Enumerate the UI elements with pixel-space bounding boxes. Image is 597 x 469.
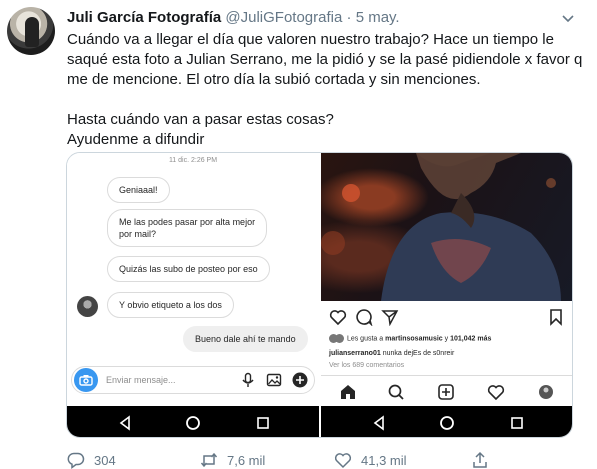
ig-action-bar [321,305,572,329]
like-count: 41,3 mil [361,452,407,468]
add-circle-icon[interactable] [292,372,308,388]
heart-icon[interactable] [329,308,347,326]
likes-count[interactable]: 101,042 más [450,335,491,342]
search-icon[interactable] [387,383,405,401]
home-circle-icon[interactable] [185,415,201,431]
dm-message-own: Bueno dale ahí te mando [183,326,308,352]
retweet-icon [200,452,218,468]
dm-message: Y obvio etiqueto a los dos [107,292,234,318]
bookmark-icon[interactable] [547,308,565,326]
recents-icon[interactable] [255,415,271,431]
home-circle-icon[interactable] [439,415,455,431]
reply-count: 304 [94,452,116,468]
comment-icon[interactable] [355,308,373,326]
profile-avatar-icon[interactable] [537,383,555,401]
gallery-icon[interactable] [266,372,282,388]
author-avatar[interactable] [7,7,55,55]
reply-icon [67,452,85,469]
author-handle[interactable]: @JuliGFotografia [225,9,342,26]
dm-contact-avatar [77,296,98,317]
tweet-media[interactable]: 11 dic. 2:26 PM Geniaaal! Me las podes p… [66,152,573,438]
caption-user[interactable]: julianserrano01 [329,350,381,357]
dm-message: Quizás las subo de posteo por eso [107,256,270,282]
android-navbar [321,406,572,437]
new-post-icon[interactable] [437,383,455,401]
ig-post-photo [321,153,572,301]
likes-joiner: y [444,335,449,343]
dm-message: Me las podes pasar por alta mejor por ma… [107,209,268,247]
header-separator: · [346,9,352,26]
reply-button[interactable]: 304 [67,451,116,469]
tweet-paragraph: Hasta cuándo van a pasar estas cosas? Ay… [67,111,334,148]
tweet-text: Cuándo va a llegar el día que valoren nu… [67,30,587,150]
ig-likes[interactable]: Les gusta a martinsosamusic y 101,042 má… [329,334,491,343]
home-icon[interactable] [339,383,357,401]
tweet-header: Juli García Fotografía @JuliGFotografia … [67,9,400,26]
share-icon[interactable] [381,308,399,326]
like-button[interactable]: 41,3 mil [334,451,407,469]
tweet-actions: 304 7,6 mil 41,3 mil [67,451,587,469]
ig-post-screenshot[interactable]: Les gusta a martinsosamusic y 101,042 má… [321,153,572,437]
chevron-down-icon[interactable] [560,10,576,26]
android-navbar [67,406,319,437]
likes-prefix: Les gusta a [346,335,384,343]
likes-user[interactable]: martinsosamusic [385,335,443,342]
share-upload-icon [473,451,487,468]
back-icon[interactable] [371,415,387,431]
ig-tab-bar [321,375,572,407]
author-name[interactable]: Juli García Fotografía [67,9,221,26]
back-icon[interactable] [117,415,133,431]
recents-icon[interactable] [509,415,525,431]
tweet-date[interactable]: 5 may. [356,9,400,26]
activity-heart-icon[interactable] [487,383,505,401]
camera-icon[interactable] [74,368,98,392]
microphone-icon[interactable] [240,372,256,388]
share-tweet-button[interactable] [471,451,498,469]
dm-message: Geniaaal! [107,177,170,203]
dm-composer[interactable]: Enviar mensaje... [71,366,315,394]
caption-text: nunka dejEs de s0nreir [382,350,455,357]
tweet-paragraph: Cuándo va a llegar el día que valoren nu… [67,31,583,88]
dm-timestamp: 11 dic. 2:26 PM [168,157,218,164]
like-heart-icon [334,453,352,469]
ig-caption: julianserrano01 nunka dejEs de s0nreir [329,350,454,357]
ig-comments-link[interactable]: Ver los 689 comentarios [329,362,404,369]
retweet-button[interactable]: 7,6 mil [200,451,265,469]
tweet[interactable]: Juli García Fotografía @JuliGFotografia … [0,0,597,469]
dm-message-input[interactable]: Enviar mensaje... [106,375,176,385]
dm-screenshot[interactable]: 11 dic. 2:26 PM Geniaaal! Me las podes p… [67,153,319,437]
retweet-count: 7,6 mil [227,452,266,468]
